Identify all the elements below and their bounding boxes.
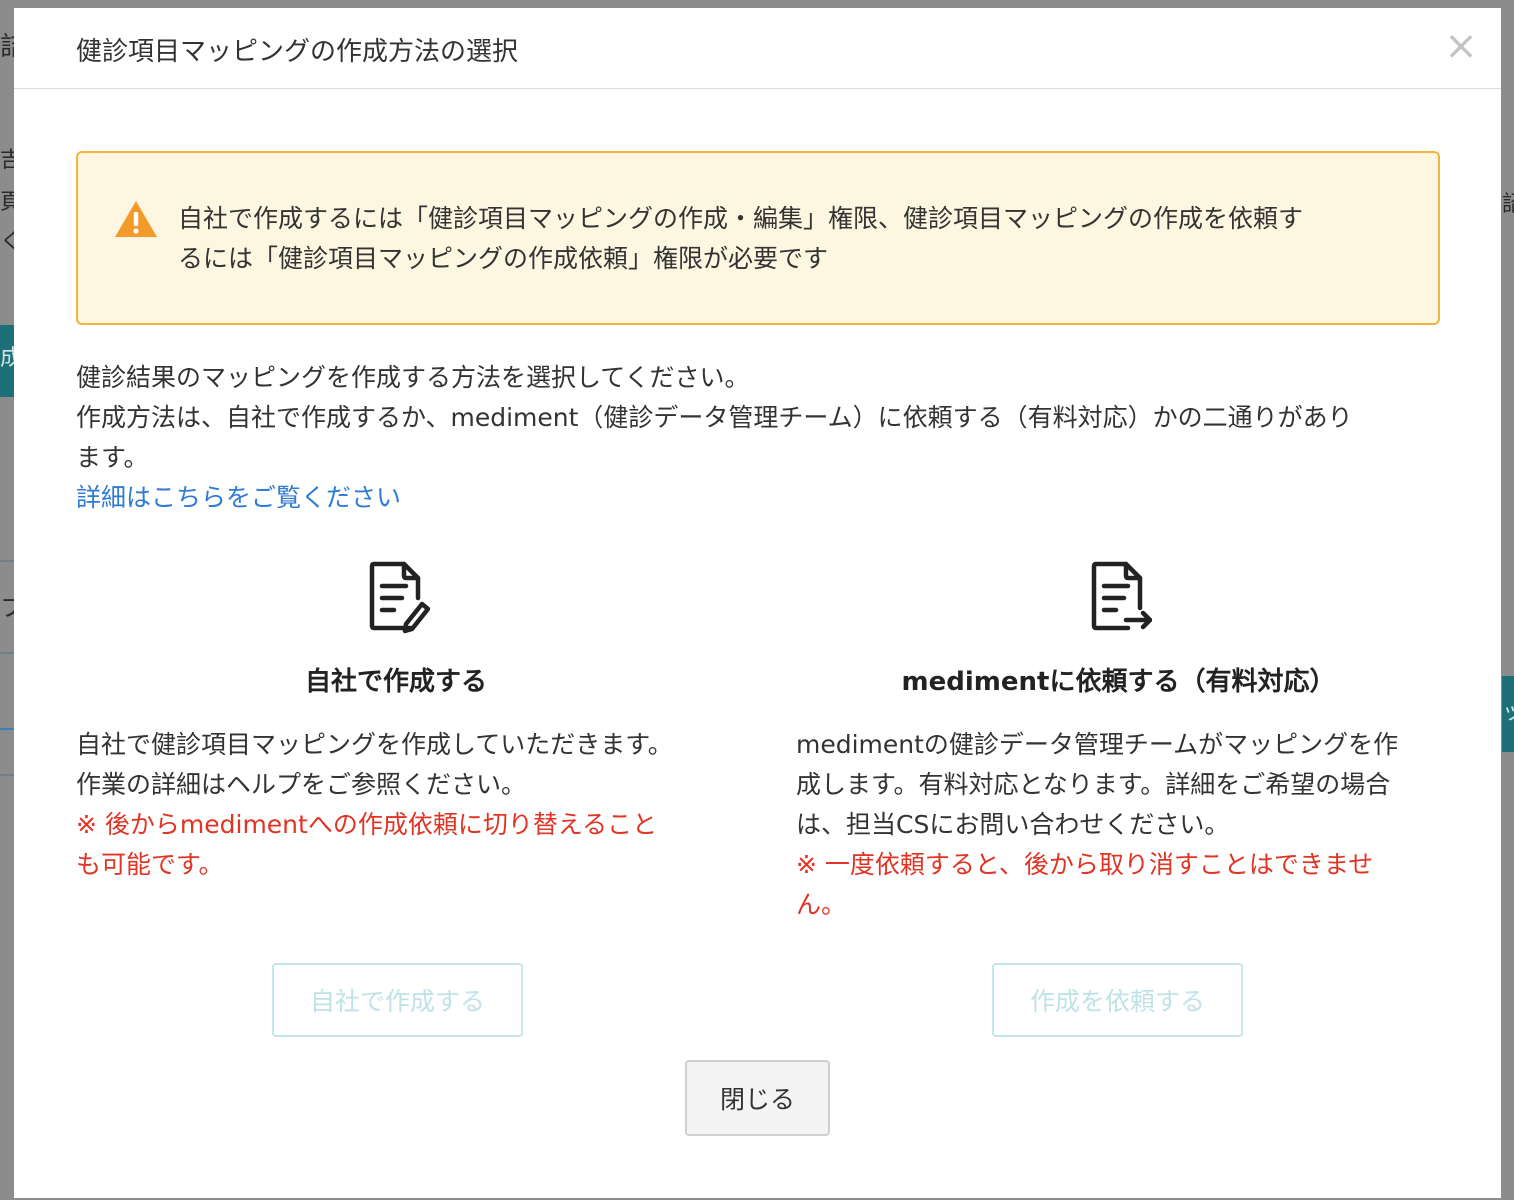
self-create-button[interactable]: 自社で作成する bbox=[272, 963, 523, 1037]
help-link[interactable]: 詳細はこちらをご覧ください bbox=[76, 483, 401, 512]
alert-message-line: るには「健診項目マッピングの作成依頼」権限が必要です bbox=[178, 244, 829, 273]
background-divider bbox=[0, 560, 14, 562]
option-warning: ※ 後からmedimentへの作成依頼に切り替えること bbox=[76, 810, 658, 839]
dialog-title: 健診項目マッピングの作成方法の選択 bbox=[76, 37, 519, 67]
request-create-button[interactable]: 作成を依頼する bbox=[992, 963, 1243, 1037]
document-edit-icon bbox=[369, 561, 430, 634]
background-text: 詔 bbox=[1502, 192, 1514, 217]
description-line: 作成方法は、自社で作成するか、mediment（健診データ管理チーム）に依頼する… bbox=[76, 403, 1353, 432]
mapping-method-dialog: 健診項目マッピングの作成方法の選択 × 自社で作成するには「健診項目マッピングの… bbox=[14, 8, 1501, 1198]
option-text: は、担当CSにお問い合わせください。 bbox=[796, 810, 1230, 839]
permission-warning-alert: 自社で作成するには「健診項目マッピングの作成・編集」権限、健診項目マッピングの作… bbox=[76, 151, 1440, 325]
option-warning: ん。 bbox=[796, 890, 847, 919]
option-text: 作業の詳細はヘルプをご参照ください。 bbox=[76, 770, 527, 799]
description-line: ます。 bbox=[76, 443, 149, 472]
option-title: 自社で作成する bbox=[304, 667, 487, 697]
option-text: 成します。有料対応となります。詳細をご希望の場合 bbox=[796, 770, 1391, 799]
document-send-icon bbox=[1091, 561, 1152, 631]
background-divider bbox=[0, 728, 14, 730]
option-warning: ※ 一度依頼すると、後から取り消すことはできませ bbox=[796, 850, 1374, 879]
close-button[interactable]: 閉じる bbox=[685, 1060, 830, 1136]
background-text: ッ bbox=[1502, 700, 1514, 725]
option-title: medimentに依頼する（有料対応） bbox=[901, 667, 1336, 697]
close-icon[interactable]: × bbox=[1441, 26, 1481, 66]
warning-triangle-icon bbox=[115, 201, 157, 237]
option-text: 自社で健診項目マッピングを作成していただきます。 bbox=[76, 730, 673, 759]
option-description: 自社で健診項目マッピングを作成していただきます。 作業の詳細はヘルプをご参照くだ… bbox=[76, 725, 716, 885]
description: 健診結果のマッピングを作成する方法を選択してください。 作成方法は、自社で作成す… bbox=[76, 358, 1446, 518]
option-warning: も可能です。 bbox=[76, 850, 224, 879]
alert-message-line: 自社で作成するには「健診項目マッピングの作成・編集」権限、健診項目マッピングの作… bbox=[178, 204, 1304, 233]
background-divider bbox=[0, 774, 14, 776]
background-divider bbox=[0, 652, 14, 654]
option-text: medimentの健診データ管理チームがマッピングを作 bbox=[796, 730, 1399, 759]
dialog-header: 健診項目マッピングの作成方法の選択 × bbox=[14, 8, 1501, 89]
option-description: medimentの健診データ管理チームがマッピングを作 成します。有料対応となり… bbox=[796, 725, 1441, 925]
description-line: 健診結果のマッピングを作成する方法を選択してください。 bbox=[76, 363, 750, 392]
alert-message: 自社で作成するには「健診項目マッピングの作成・編集」権限、健診項目マッピングの作… bbox=[178, 199, 1398, 279]
